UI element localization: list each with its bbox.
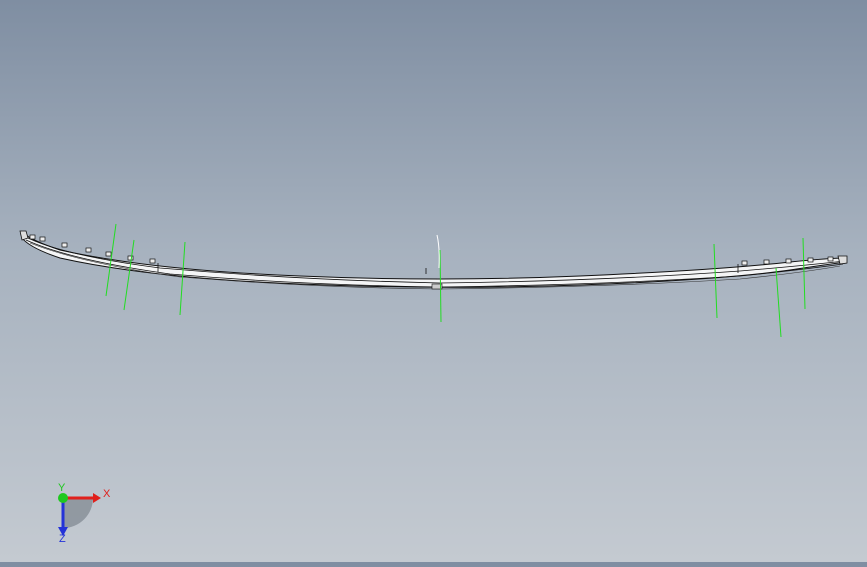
- triad-y-label: Y: [58, 482, 66, 494]
- sketch-line[interactable]: [436, 234, 440, 269]
- triad-plane-indicator: [63, 498, 93, 528]
- graphics-viewport[interactable]: X Y Z: [0, 0, 867, 562]
- mounting-clip: [105, 251, 112, 257]
- mounting-clip: [85, 247, 92, 253]
- reference-axis-line[interactable]: [775, 267, 782, 338]
- model-view[interactable]: X Y Z: [0, 0, 867, 562]
- mounting-clip: [127, 255, 134, 261]
- reference-axis-line[interactable]: [123, 239, 135, 311]
- triad-y-axis-dot: [58, 493, 68, 503]
- triad-x-arrowhead: [93, 493, 101, 503]
- trim-strip-body: [21, 230, 847, 288]
- triad-x-label: X: [103, 488, 111, 500]
- reference-axis-line[interactable]: [713, 243, 718, 319]
- mounting-clip: [39, 236, 46, 242]
- trim-left-end-cap: [19, 230, 29, 241]
- reference-axis-line[interactable]: [179, 241, 186, 316]
- coordinate-triad: X Y Z: [58, 482, 111, 545]
- mounting-clip: [807, 257, 814, 263]
- mounting-clip: [785, 258, 792, 264]
- trim-right-end-cap: [837, 255, 848, 265]
- reference-axis-line[interactable]: [439, 249, 442, 323]
- triad-z-label: Z: [59, 533, 66, 545]
- mounting-clip: [61, 242, 68, 248]
- mounting-clip: [741, 260, 748, 266]
- mounting-clip: [149, 258, 156, 264]
- trim-strip-part[interactable]: [19, 230, 848, 290]
- mounting-clip: [763, 259, 770, 265]
- mounting-clip: [827, 256, 834, 262]
- reference-axis-line[interactable]: [802, 237, 806, 310]
- mounting-clip: [29, 234, 36, 240]
